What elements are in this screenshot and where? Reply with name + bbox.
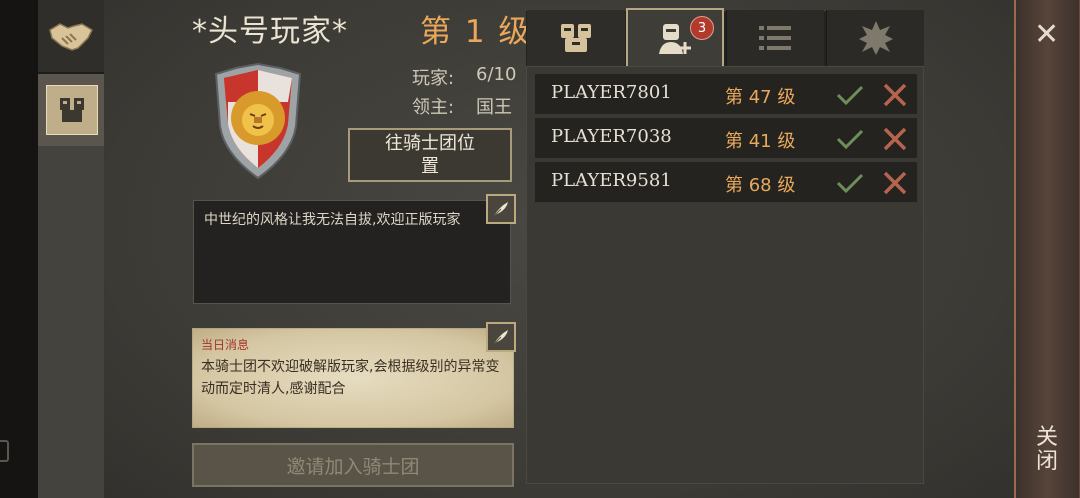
join-request-row: PLAYER9581 第 68 级 [534, 161, 918, 203]
tab-guild[interactable] [527, 10, 625, 66]
goto-guild-location-label: 往骑士团位置 [385, 133, 475, 177]
invite-to-guild-label: 邀请加入骑士团 [286, 455, 420, 478]
accept-check-icon[interactable] [835, 83, 865, 107]
edit-daily-message-button[interactable] [486, 322, 516, 352]
reject-x-icon[interactable] [881, 82, 909, 108]
accept-check-icon[interactable] [835, 171, 865, 195]
edit-description-button[interactable] [486, 194, 516, 224]
close-panel-strip[interactable] [1014, 0, 1080, 498]
rail-tab-diplomacy[interactable] [38, 0, 104, 74]
invite-to-guild-button[interactable]: 邀请加入骑士团 [192, 443, 514, 487]
list-icon [758, 26, 791, 50]
close-icon[interactable]: ✕ [1034, 20, 1059, 50]
accept-check-icon[interactable] [835, 127, 865, 151]
reject-x-icon[interactable] [881, 170, 909, 196]
handshake-icon [49, 23, 93, 51]
add-member-icon [659, 24, 691, 54]
guild-description-text: 中世纪的风格让我无法自拔,欢迎正版玩家 [204, 212, 461, 228]
request-player-level: 第 41 级 [725, 131, 796, 152]
lord-value: 国王 [476, 97, 512, 118]
guild-level: 第 1 级 [420, 14, 532, 50]
request-player-name: PLAYER7801 [551, 82, 672, 103]
guild-icon [59, 98, 84, 122]
requests-count-badge: 3 [690, 16, 714, 40]
rail-tab-guild[interactable] [38, 74, 108, 146]
tab-join-requests[interactable] [626, 8, 724, 68]
guild-crest-icon [214, 62, 302, 180]
request-player-level: 第 47 级 [725, 87, 796, 108]
players-label: 玩家: [412, 68, 455, 89]
lord-label: 领主: [412, 97, 455, 118]
request-player-level: 第 68 级 [725, 175, 796, 196]
close-label: 关闭 [1035, 425, 1058, 474]
join-request-row: PLAYER7801 第 47 级 [534, 73, 918, 115]
daily-message-title: 当日消息 [201, 338, 250, 352]
tab-member-list[interactable] [726, 10, 824, 66]
star-badge-icon [858, 21, 893, 55]
request-player-name: PLAYER7038 [551, 126, 672, 147]
daily-message-text: 本骑士团不欢迎破解版玩家,会根据级别的异常变动而定时清人,感谢配合 [201, 359, 500, 397]
request-player-name: PLAYER9581 [551, 170, 672, 191]
tab-ranks[interactable] [826, 10, 924, 66]
guild-icon [561, 24, 591, 52]
reject-x-icon[interactable] [881, 126, 909, 152]
left-edge [0, 0, 38, 498]
guild-tile [45, 85, 98, 135]
players-value: 6/10 [476, 64, 517, 85]
quill-icon [493, 330, 508, 345]
join-request-row: PLAYER7038 第 41 级 [534, 117, 918, 159]
guild-name: *头号玩家* [192, 14, 348, 49]
edge-handle[interactable] [0, 440, 9, 462]
goto-guild-location-button[interactable]: 往骑士团位置 [348, 128, 512, 182]
quill-icon [493, 202, 508, 217]
